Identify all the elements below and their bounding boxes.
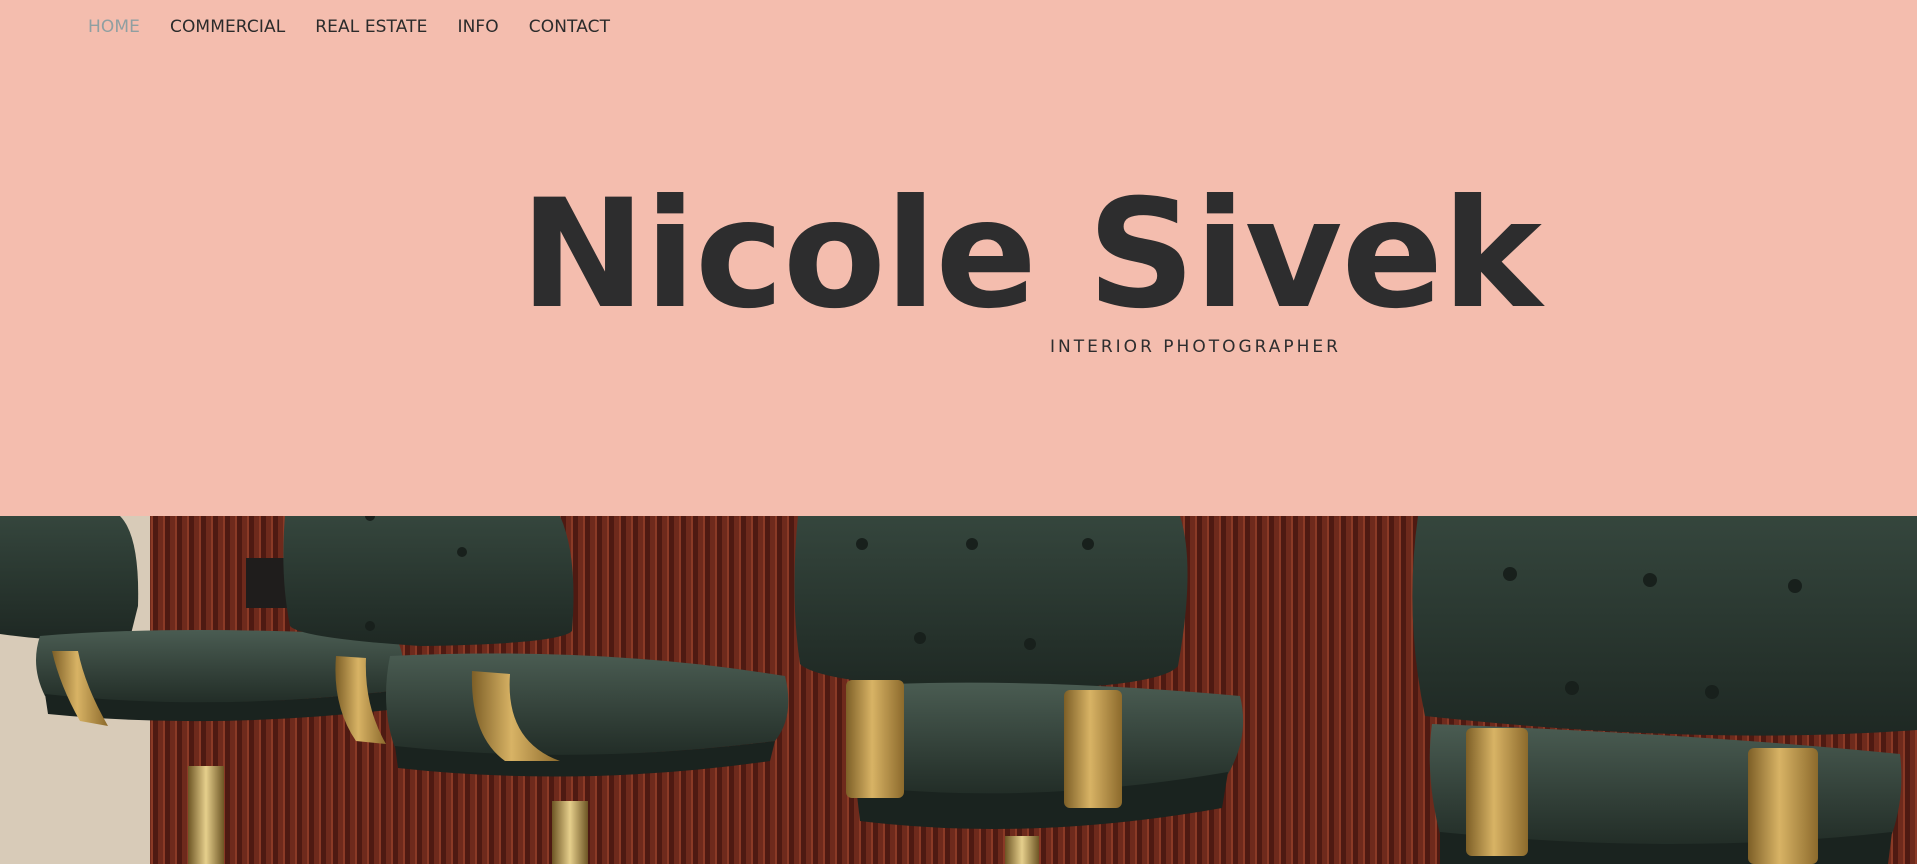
hero-photo [0, 516, 1917, 864]
site-title: Nicole Sivek [520, 168, 1542, 342]
nav-item-contact[interactable]: CONTACT [529, 15, 610, 39]
nav-item-home[interactable]: HOME [88, 15, 140, 39]
hero-header: HOME COMMERCIAL REAL ESTATE INFO CONTACT… [0, 0, 1917, 516]
site-subtitle: INTERIOR PHOTOGRAPHER [1050, 337, 1341, 357]
nav-item-info[interactable]: INFO [457, 15, 498, 39]
main-nav: HOME COMMERCIAL REAL ESTATE INFO CONTACT [88, 15, 640, 39]
nav-item-real-estate[interactable]: REAL ESTATE [315, 15, 427, 39]
bar-stools-image [0, 516, 1917, 864]
nav-item-commercial[interactable]: COMMERCIAL [170, 15, 285, 39]
